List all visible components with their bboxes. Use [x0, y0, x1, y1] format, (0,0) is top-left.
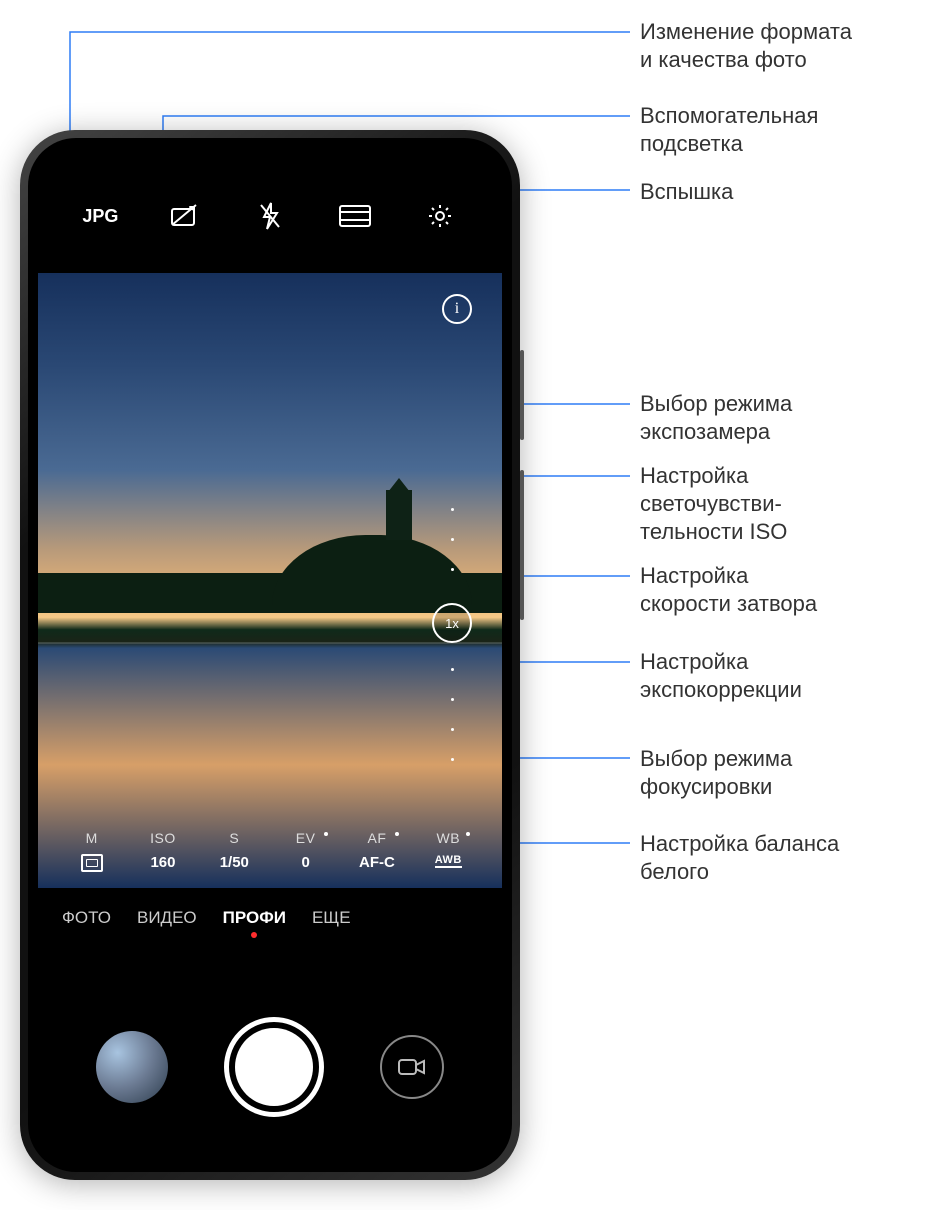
wb-control[interactable]: WB AWB	[418, 830, 478, 872]
metering-icon	[81, 854, 103, 872]
zoom-level-button[interactable]: 1x	[432, 603, 472, 643]
callout-shutter: Настройка скорости затвора	[640, 562, 817, 618]
iso-control[interactable]: ISO 160	[133, 830, 193, 872]
param-value: 1/50	[220, 854, 249, 871]
mode-selector[interactable]: ФОТО ВИДЕО ПРОФИ ЕЩЕ	[38, 908, 502, 928]
callout-wb: Настройка баланса белого	[640, 830, 839, 886]
viewfinder[interactable]: M ISO 160 S 1/50 EV 0	[38, 273, 502, 888]
param-label: WB	[437, 830, 461, 846]
param-label: ISO	[150, 830, 176, 846]
video-toggle-button[interactable]	[380, 1035, 444, 1099]
param-value: AF-C	[359, 854, 395, 871]
param-label: EV	[296, 830, 316, 846]
ev-control[interactable]: EV 0	[276, 830, 336, 872]
callout-iso: Настройка светочувстви- тельности ISO	[640, 462, 787, 546]
callout-af: Выбор режима фокусировки	[640, 745, 792, 801]
mode-pro[interactable]: ПРОФИ	[223, 908, 286, 928]
mode-video[interactable]: ВИДЕО	[137, 908, 197, 928]
info-icon[interactable]: i	[442, 294, 472, 324]
phone-side-button	[520, 470, 524, 620]
param-label: AF	[368, 830, 387, 846]
aux-light-icon[interactable]	[155, 203, 215, 229]
param-value: 0	[301, 854, 309, 871]
callout-light: Вспомогательная подсветка	[640, 102, 818, 158]
mode-more[interactable]: ЕЩЕ	[312, 908, 351, 928]
flash-off-icon[interactable]	[240, 201, 300, 231]
phone-frame: JPG	[20, 130, 520, 1180]
callout-format: Изменение формата и качества фото	[640, 18, 852, 74]
metering-mode-control[interactable]: M	[62, 830, 122, 872]
af-mode-control[interactable]: AF AF-C	[347, 830, 407, 872]
awb-icon: AWB	[435, 854, 462, 868]
gallery-thumbnail[interactable]	[96, 1031, 168, 1103]
camera-app-screen: JPG	[38, 148, 502, 1162]
callout-metering: Выбор режима экспозамера	[640, 390, 792, 446]
shutter-button[interactable]	[224, 1017, 324, 1117]
param-label: S	[229, 830, 239, 846]
format-jpg-button[interactable]: JPG	[70, 206, 130, 227]
param-value: 160	[150, 854, 175, 871]
mode-photo[interactable]: ФОТО	[62, 908, 111, 928]
phone-side-button	[520, 350, 524, 440]
settings-gear-icon[interactable]	[410, 202, 470, 230]
callout-flash: Вспышка	[640, 178, 733, 206]
param-label: M	[86, 830, 98, 846]
aspect-ratio-icon[interactable]	[325, 204, 385, 228]
callout-ev: Настройка экспокоррекции	[640, 648, 802, 704]
shutter-speed-control[interactable]: S 1/50	[204, 830, 264, 872]
